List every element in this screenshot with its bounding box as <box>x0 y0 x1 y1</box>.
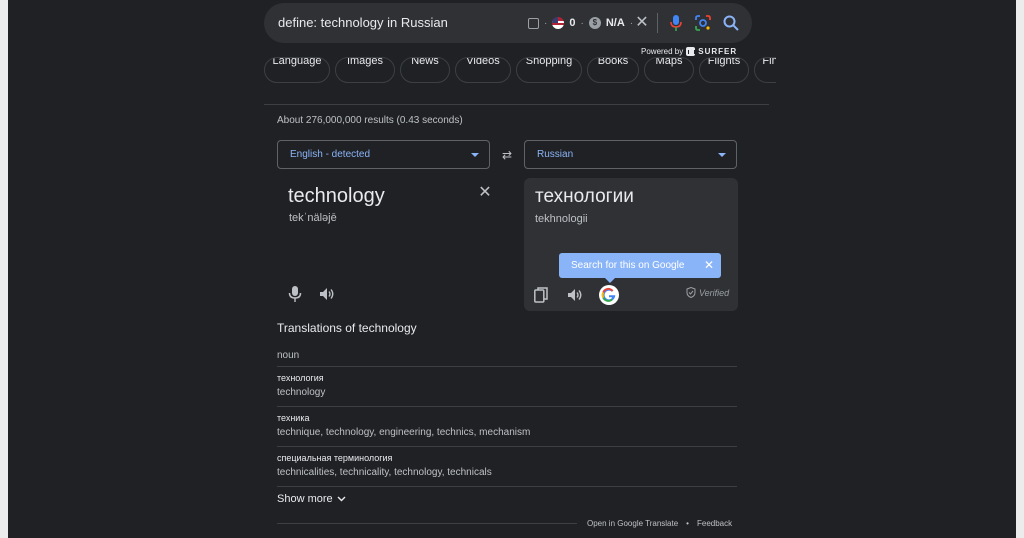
translation-panel: технологии tekhnologii Search for this o… <box>524 178 738 311</box>
translation-word: технология <box>277 373 324 383</box>
shield-check-icon <box>686 287 696 298</box>
divider <box>277 406 737 407</box>
divider <box>277 446 737 447</box>
search-on-google-tooltip[interactable]: Search for this on Google ✕ <box>559 253 721 283</box>
translate-footer: Open in Google Translate • Feedback <box>587 519 732 528</box>
powered-by-brand: SURFER <box>698 47 738 56</box>
extension-indicators: · 0 · $ N/A · <box>528 15 633 31</box>
surfer-logo-icon <box>686 47 696 56</box>
speaker-icon[interactable] <box>319 287 335 301</box>
translation-synonyms: technology <box>277 387 326 398</box>
verified-badge: Verified <box>686 287 729 298</box>
google-lens-icon[interactable] <box>694 14 712 32</box>
clear-search-icon[interactable]: ✕ <box>633 14 651 32</box>
result-stats: About 276,000,000 results (0.43 seconds) <box>277 115 463 126</box>
ext-value: N/A <box>605 17 625 29</box>
chevron-down-icon <box>337 496 346 502</box>
chip-flights[interactable]: Flights <box>699 57 749 83</box>
search-bar[interactable]: define: technology in Russian · 0 · $ N/… <box>264 3 752 43</box>
swap-languages-icon[interactable]: ⇄ <box>499 148 515 162</box>
chip-finance[interactable]: Finance <box>754 57 776 83</box>
chip-label: Images <box>346 57 384 67</box>
target-transliteration: tekhnologii <box>535 213 588 225</box>
translation-synonyms: technicalities, technicality, technology… <box>277 467 492 478</box>
chip-label: Videos <box>466 57 500 67</box>
checkbox[interactable] <box>528 17 539 29</box>
show-more-button[interactable]: Show more <box>277 493 346 505</box>
chip-label: Maps <box>655 57 683 67</box>
chip-label: Finance <box>762 57 776 67</box>
divider <box>277 523 577 524</box>
separator-dot: · <box>580 17 584 29</box>
search-filter-chips: Language Images News Videos Shopping Boo… <box>264 57 776 83</box>
open-in-google-translate-link[interactable]: Open in Google Translate <box>587 519 678 528</box>
chip-maps[interactable]: Maps <box>644 57 694 83</box>
clear-source-icon[interactable]: ✕ <box>477 185 493 201</box>
google-search-button[interactable] <box>599 285 619 305</box>
chip-videos[interactable]: Videos <box>455 57 511 83</box>
divider <box>657 13 658 33</box>
chip-label: News <box>411 57 439 67</box>
dropdown-caret-icon <box>471 153 479 157</box>
chip-label: Flights <box>707 57 741 67</box>
page: define: technology in Russian · 0 · $ N/… <box>0 0 1024 538</box>
results-page: define: technology in Russian · 0 · $ N/… <box>8 0 1016 538</box>
source-language-label: English - detected <box>290 149 371 160</box>
search-icon[interactable] <box>722 14 740 32</box>
left-margin <box>0 0 8 538</box>
chip-label: Language <box>272 57 322 67</box>
divider <box>277 486 737 487</box>
chip-label: Shopping <box>525 57 573 67</box>
source-phonetic: tekˈnäləjē <box>289 212 337 224</box>
google-g-icon <box>601 287 616 302</box>
close-icon[interactable]: ✕ <box>704 253 714 278</box>
us-flag-icon <box>552 17 565 29</box>
translation-synonyms: technique, technology, engineering, tech… <box>277 427 531 438</box>
copy-icon[interactable] <box>534 287 548 303</box>
chip-language[interactable]: Language <box>264 57 330 83</box>
part-of-speech: noun <box>277 350 300 361</box>
powered-by-label: Powered by <box>641 47 684 56</box>
separator-dot: · <box>544 17 548 29</box>
speaker-icon[interactable] <box>567 288 583 302</box>
voice-search-icon[interactable] <box>668 14 684 32</box>
translation-word: специальная терминология <box>277 453 393 463</box>
chip-news[interactable]: News <box>400 57 450 83</box>
verified-label: Verified <box>699 287 730 298</box>
search-input[interactable]: define: technology in Russian <box>278 15 448 30</box>
dropdown-caret-icon <box>718 153 726 157</box>
tooltip-label: Search for this on Google <box>571 260 685 271</box>
show-more-label: Show more <box>277 493 333 505</box>
source-text[interactable]: technology <box>288 185 385 208</box>
microphone-icon[interactable] <box>288 286 302 302</box>
dollar-icon: $ <box>588 17 601 29</box>
right-margin <box>1016 0 1024 538</box>
feedback-link[interactable]: Feedback <box>697 519 732 528</box>
footer-separator: • <box>686 519 689 528</box>
translation-word: техника <box>277 413 310 423</box>
chip-label: Books <box>597 57 629 67</box>
target-language-select[interactable]: Russian <box>524 140 737 169</box>
chip-shopping[interactable]: Shopping <box>516 57 582 83</box>
divider <box>277 366 737 367</box>
chip-images[interactable]: Images <box>335 57 395 83</box>
translations-title: Translations of technology <box>277 321 417 335</box>
powered-by: Powered by SURFER <box>641 47 737 56</box>
target-language-label: Russian <box>537 149 574 160</box>
target-text: технологии <box>535 186 634 207</box>
chip-books[interactable]: Books <box>587 57 639 83</box>
source-language-select[interactable]: English - detected <box>277 140 490 169</box>
ext-count: 0 <box>569 17 576 29</box>
divider <box>264 104 769 105</box>
